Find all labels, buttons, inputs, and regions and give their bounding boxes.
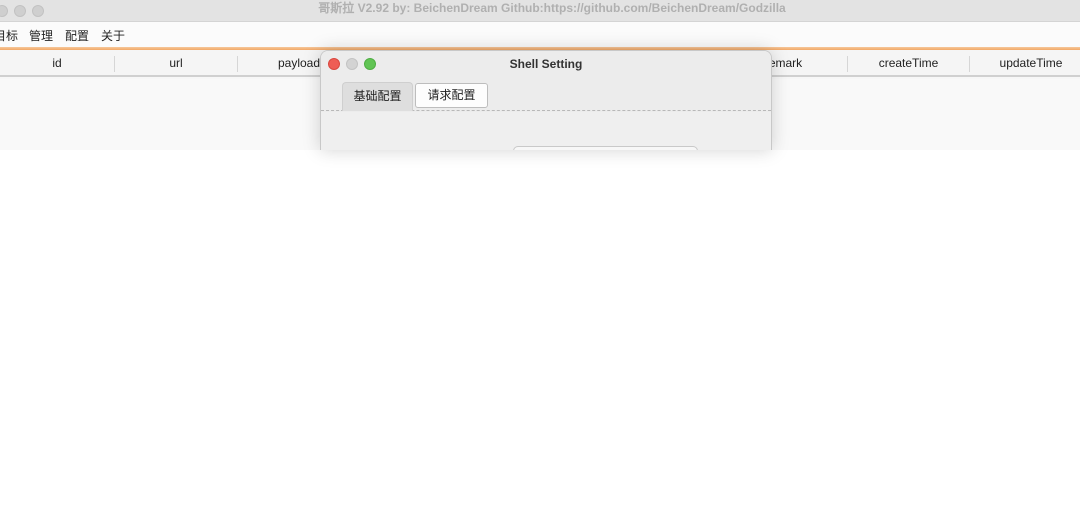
window-title: 哥斯拉 V2.92 by: BeichenDream Github:https:… — [318, 1, 786, 15]
settings-field[interactable] — [513, 146, 698, 150]
menu-targets[interactable]: 目标 — [0, 27, 18, 44]
shell-setting-dialog: Shell Setting 基础配置 请求配置 — [320, 50, 772, 150]
main-titlebar: 哥斯拉 V2.92 by: BeichenDream Github:https:… — [0, 0, 1080, 22]
column-header-id[interactable]: id — [0, 50, 114, 77]
dialog-titlebar[interactable]: Shell Setting — [321, 51, 771, 78]
tab-request-config[interactable]: 请求配置 — [415, 83, 488, 108]
menubar: 目标 管理 配置 关于 — [0, 22, 1080, 48]
dialog-tabs: 基础配置 请求配置 — [321, 78, 771, 111]
column-header-updatetime[interactable]: updateTime — [970, 50, 1080, 77]
dialog-title: Shell Setting — [509, 57, 583, 71]
menu-manage[interactable]: 管理 — [29, 27, 53, 44]
menu-config[interactable]: 配置 — [65, 27, 89, 44]
menu-about[interactable]: 关于 — [101, 27, 125, 44]
dialog-content — [321, 112, 771, 150]
tab-basic-config[interactable]: 基础配置 — [342, 82, 413, 111]
column-header-createtime[interactable]: createTime — [848, 50, 969, 77]
column-header-url[interactable]: url — [115, 50, 237, 77]
